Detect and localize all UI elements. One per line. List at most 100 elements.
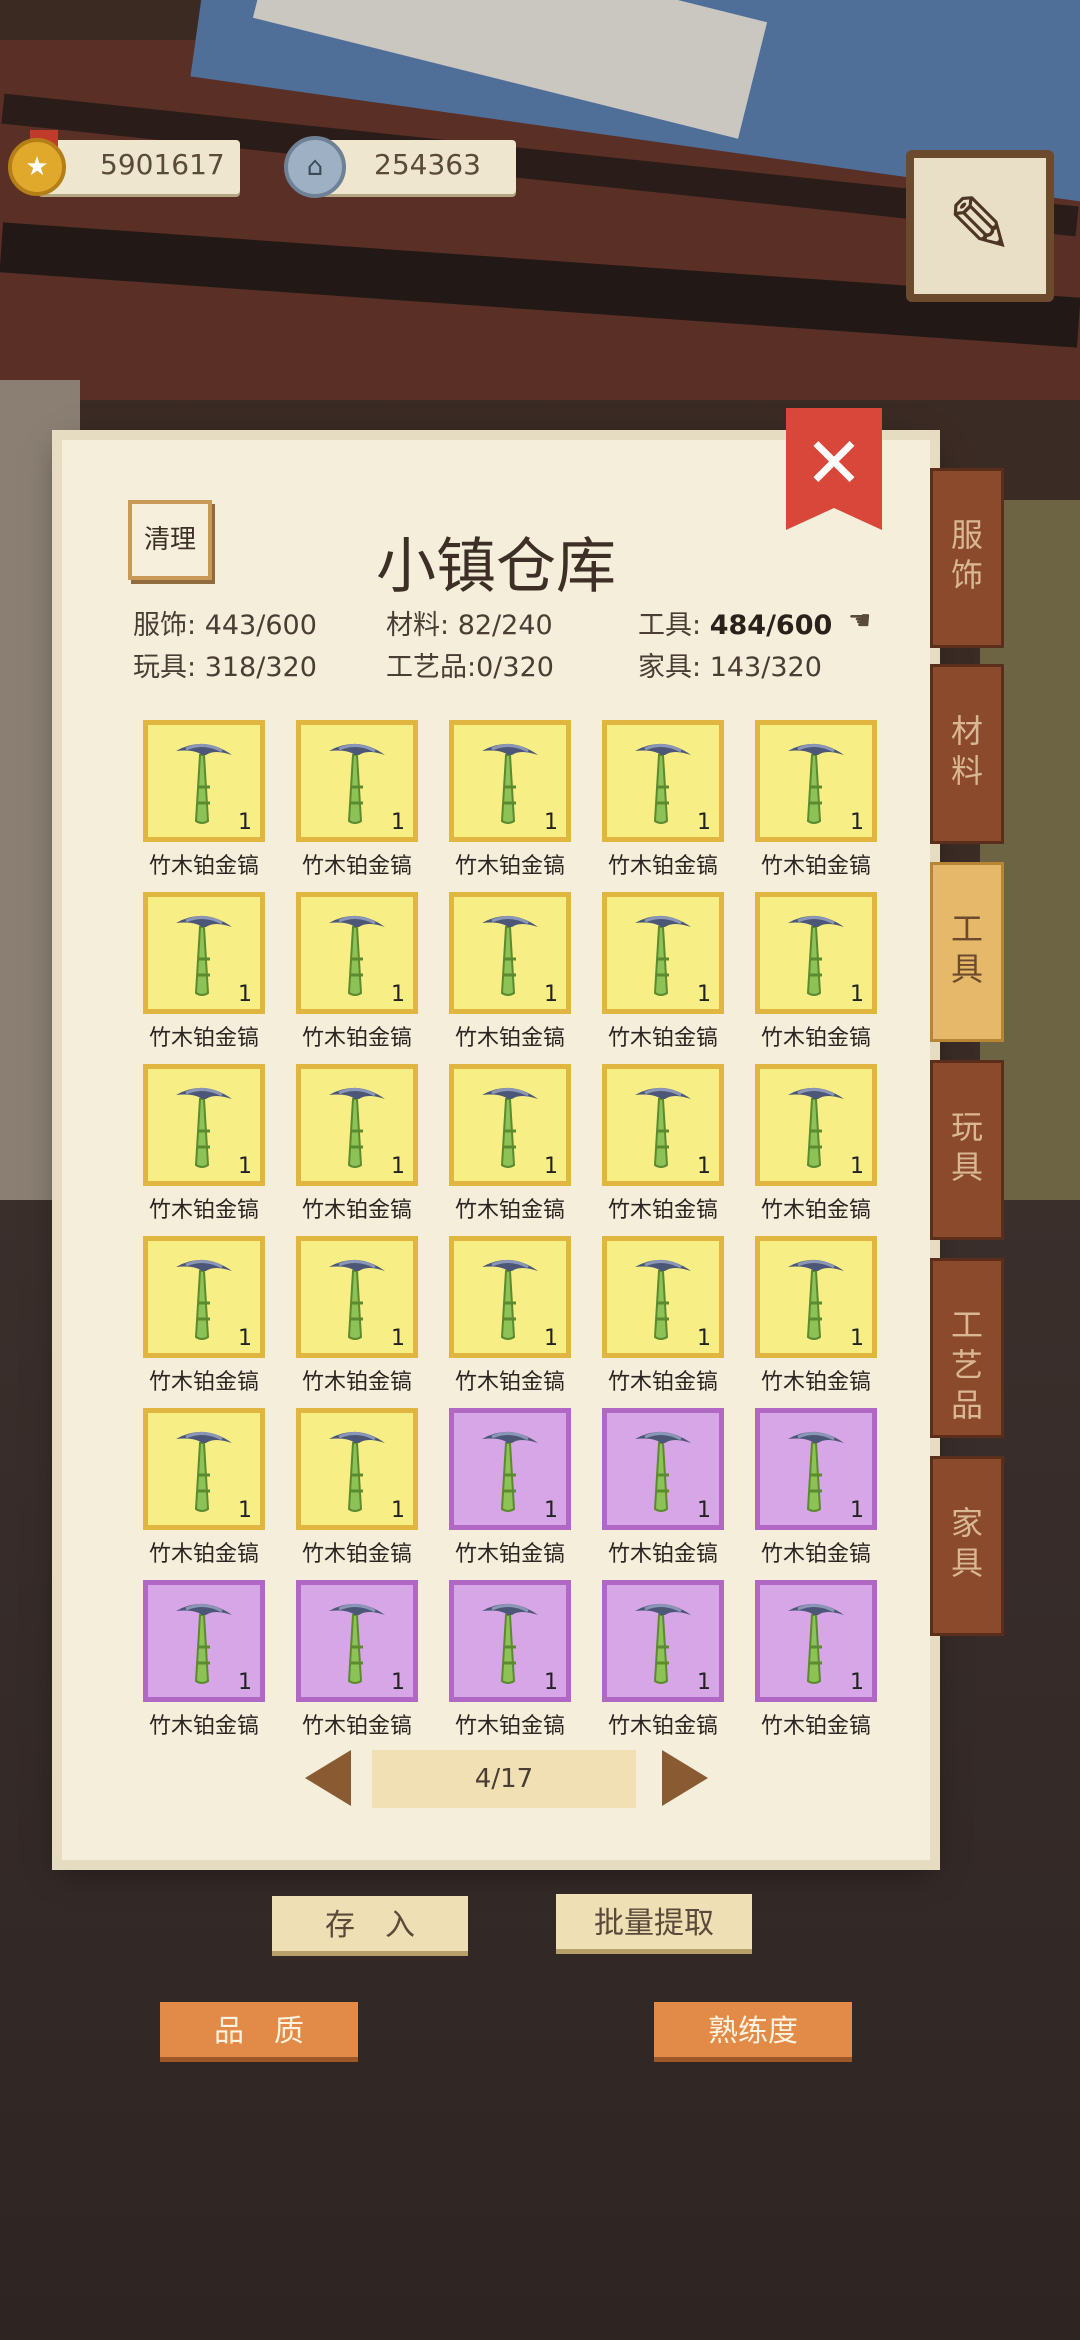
stat-value: 484/600 bbox=[709, 610, 833, 641]
item-slot[interactable]: 1 竹木铂金镐 bbox=[602, 1580, 724, 1740]
tab-label: 家具 bbox=[950, 1504, 983, 1582]
item-slot[interactable]: 1 竹木铂金镐 bbox=[602, 1236, 724, 1396]
stat-label: 材料: bbox=[386, 610, 450, 641]
gold-coin-icon: ★ bbox=[8, 138, 66, 196]
item-slot[interactable]: 1 竹木铂金镐 bbox=[755, 1580, 877, 1740]
item-slot[interactable]: 1 竹木铂金镐 bbox=[449, 1580, 571, 1740]
tab-clothing[interactable]: 服饰 bbox=[930, 468, 1004, 648]
deposit-button[interactable]: 存 入 bbox=[272, 1896, 468, 1956]
item-slot[interactable]: 1 竹木铂金镐 bbox=[296, 1408, 418, 1568]
quality-sort-button[interactable]: 品 质 bbox=[160, 2002, 358, 2062]
tab-materials[interactable]: 材料 bbox=[930, 664, 1004, 844]
proficiency-sort-button[interactable]: 熟练度 bbox=[654, 2002, 852, 2062]
item-slot[interactable]: 1 竹木铂金镐 bbox=[296, 1236, 418, 1396]
item-count: 1 bbox=[544, 1498, 558, 1523]
stat-value: 0/320 bbox=[476, 652, 554, 683]
item-slot[interactable]: 1 竹木铂金镐 bbox=[143, 1236, 265, 1396]
item-name: 竹木铂金镐 bbox=[454, 854, 565, 879]
item-slot[interactable]: 1 竹木铂金镐 bbox=[755, 1064, 877, 1224]
silver-amount: 254363 bbox=[374, 148, 481, 181]
item-icon-frame: 1 bbox=[602, 1236, 724, 1358]
item-slot[interactable]: 1 竹木铂金镐 bbox=[449, 1064, 571, 1224]
close-icon: ✕ bbox=[804, 422, 864, 504]
item-slot[interactable]: 1 竹木铂金镐 bbox=[296, 892, 418, 1052]
clean-button[interactable]: 清理 bbox=[128, 500, 212, 580]
next-page-arrow[interactable] bbox=[662, 1750, 708, 1806]
stat-label: 工具: bbox=[638, 610, 702, 641]
stat-tools: 工具: 484/600 bbox=[638, 603, 832, 642]
item-slot[interactable]: 1 竹木铂金镐 bbox=[143, 1408, 265, 1568]
journal-icon: ✎ bbox=[946, 179, 1014, 272]
tab-crafts[interactable]: 工艺品 bbox=[930, 1258, 1004, 1438]
item-slot[interactable]: 1 竹木铂金镐 bbox=[755, 720, 877, 880]
item-slot[interactable]: 1 竹木铂金镐 bbox=[143, 1580, 265, 1740]
item-slot[interactable]: 1 竹木铂金镐 bbox=[602, 720, 724, 880]
stat-furniture: 家具: 143/320 bbox=[638, 645, 822, 684]
item-slot[interactable]: 1 竹木铂金镐 bbox=[143, 892, 265, 1052]
pointing-hand-icon: ☚ bbox=[848, 606, 872, 636]
item-slot[interactable]: 1 竹木铂金镐 bbox=[755, 1408, 877, 1568]
item-name: 竹木铂金镐 bbox=[607, 1198, 718, 1223]
item-count: 1 bbox=[238, 1498, 252, 1523]
item-count: 1 bbox=[697, 1670, 711, 1695]
item-slot[interactable]: 1 竹木铂金镐 bbox=[602, 1064, 724, 1224]
item-name: 竹木铂金镐 bbox=[148, 1714, 259, 1739]
item-name: 竹木铂金镐 bbox=[148, 1542, 259, 1567]
item-name: 竹木铂金镐 bbox=[148, 854, 259, 879]
tab-toys[interactable]: 玩具 bbox=[930, 1060, 1004, 1240]
stat-label: 服饰: bbox=[133, 610, 197, 641]
item-name: 竹木铂金镐 bbox=[760, 854, 871, 879]
journal-button[interactable]: ✎ bbox=[906, 150, 1054, 302]
item-count: 1 bbox=[850, 810, 864, 835]
item-slot[interactable]: 1 竹木铂金镐 bbox=[602, 1408, 724, 1568]
item-count: 1 bbox=[850, 1326, 864, 1351]
item-name: 竹木铂金镐 bbox=[454, 1714, 565, 1739]
item-count: 1 bbox=[391, 1154, 405, 1179]
gold-currency-display: 5901617 bbox=[38, 140, 240, 194]
item-slot[interactable]: 1 竹木铂金镐 bbox=[449, 892, 571, 1052]
item-slot[interactable]: 1 竹木铂金镐 bbox=[296, 1580, 418, 1740]
item-icon-frame: 1 bbox=[296, 892, 418, 1014]
stat-value: 443/600 bbox=[204, 610, 317, 641]
item-icon-frame: 1 bbox=[602, 1408, 724, 1530]
item-icon-frame: 1 bbox=[449, 720, 571, 842]
item-slot[interactable]: 1 竹木铂金镐 bbox=[602, 892, 724, 1052]
stat-label: 玩具: bbox=[133, 652, 197, 683]
item-slot[interactable]: 1 竹木铂金镐 bbox=[143, 720, 265, 880]
item-count: 1 bbox=[544, 982, 558, 1007]
item-name: 竹木铂金镐 bbox=[760, 1198, 871, 1223]
item-count: 1 bbox=[238, 1326, 252, 1351]
item-name: 竹木铂金镐 bbox=[148, 1370, 259, 1395]
item-slot[interactable]: 1 竹木铂金镐 bbox=[755, 1236, 877, 1396]
item-slot[interactable]: 1 竹木铂金镐 bbox=[449, 1408, 571, 1568]
item-slot[interactable]: 1 竹木铂金镐 bbox=[143, 1064, 265, 1224]
batch-withdraw-button[interactable]: 批量提取 bbox=[556, 1894, 752, 1954]
item-icon-frame: 1 bbox=[755, 720, 877, 842]
item-name: 竹木铂金镐 bbox=[760, 1542, 871, 1567]
item-icon-frame: 1 bbox=[143, 1408, 265, 1530]
tab-label: 玩具 bbox=[950, 1108, 983, 1186]
item-name: 竹木铂金镐 bbox=[301, 1370, 412, 1395]
item-icon-frame: 1 bbox=[449, 1580, 571, 1702]
item-slot[interactable]: 1 竹木铂金镐 bbox=[449, 720, 571, 880]
item-slot[interactable]: 1 竹木铂金镐 bbox=[449, 1236, 571, 1396]
item-slot[interactable]: 1 竹木铂金镐 bbox=[296, 720, 418, 880]
item-slot[interactable]: 1 竹木铂金镐 bbox=[296, 1064, 418, 1224]
item-icon-frame: 1 bbox=[755, 1580, 877, 1702]
item-count: 1 bbox=[850, 982, 864, 1007]
prev-page-arrow[interactable] bbox=[305, 1750, 351, 1806]
item-count: 1 bbox=[238, 810, 252, 835]
stat-value: 82/240 bbox=[457, 610, 553, 641]
item-icon-frame: 1 bbox=[602, 1064, 724, 1186]
item-count: 1 bbox=[850, 1670, 864, 1695]
item-icon-frame: 1 bbox=[602, 1580, 724, 1702]
item-icon-frame: 1 bbox=[449, 1236, 571, 1358]
item-count: 1 bbox=[697, 1326, 711, 1351]
tab-tools[interactable]: 工具 bbox=[930, 862, 1004, 1042]
item-icon-frame: 1 bbox=[602, 720, 724, 842]
tab-furniture[interactable]: 家具 bbox=[930, 1456, 1004, 1636]
item-icon-frame: 1 bbox=[143, 1236, 265, 1358]
item-slot[interactable]: 1 竹木铂金镐 bbox=[755, 892, 877, 1052]
page-indicator: 4/17 bbox=[372, 1750, 636, 1808]
stat-materials: 材料: 82/240 bbox=[386, 603, 553, 642]
